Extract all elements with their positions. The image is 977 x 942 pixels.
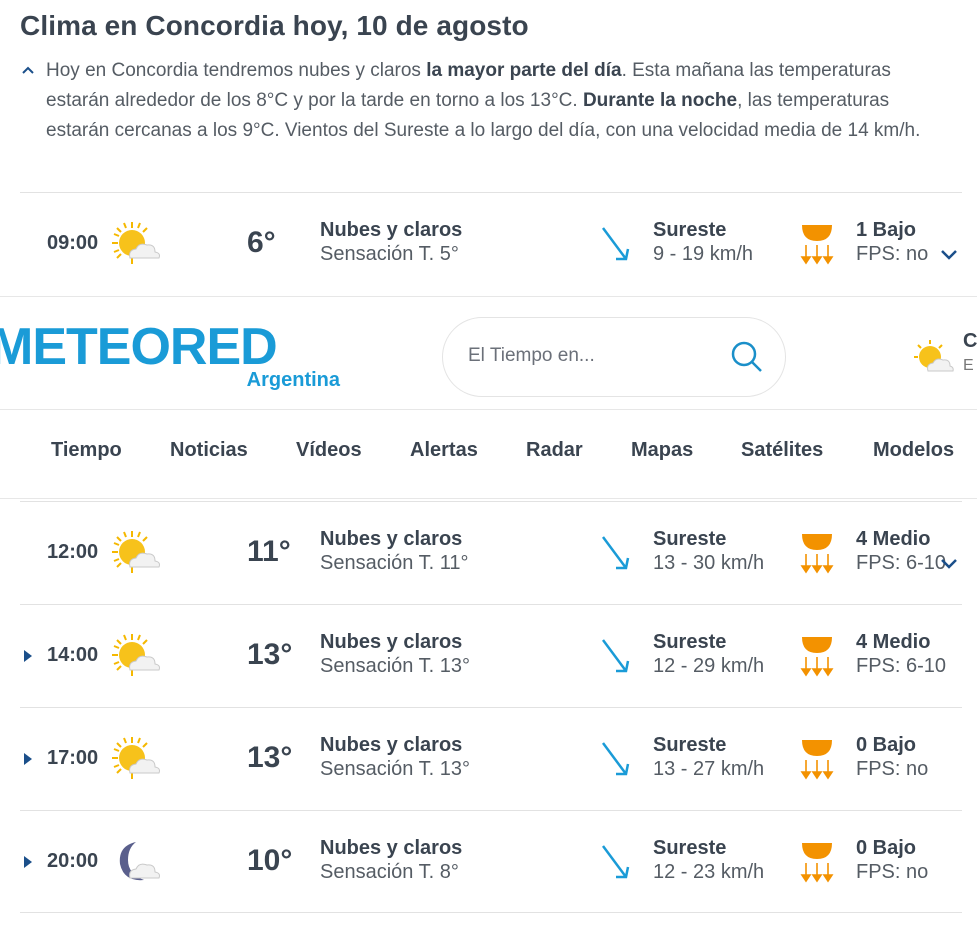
wind-arrow-icon: [601, 845, 630, 879]
nav-satelites[interactable]: Satélites: [741, 439, 823, 462]
fps-value: FPS: no: [856, 243, 929, 265]
condition: Nubes y claros: [320, 219, 463, 241]
hourly-row[interactable]: 09:00 6° Nubes y claros Sensación T. 5° …: [20, 192, 962, 295]
feels-like: Sensación T. 13°: [320, 655, 470, 677]
wind-speed: 12 - 29 km/h: [653, 655, 765, 677]
temperature: 13°: [247, 741, 293, 774]
uv-sun-icon: [800, 740, 834, 780]
hourly-row[interactable]: 20:00 10° Nubes y claros Sensación T. 8°…: [20, 810, 962, 913]
temperature: 6°: [247, 226, 276, 259]
logo-text: METEORED: [0, 318, 278, 376]
header-weather-city[interactable]: C: [963, 330, 977, 353]
search-box[interactable]: El Tiempo en...: [442, 317, 786, 397]
uv-index: 0 Bajo: [856, 837, 917, 859]
wind-direction: Sureste: [653, 528, 727, 550]
nav-noticias[interactable]: Noticias: [170, 439, 248, 462]
uv-index: 4 Medio: [856, 528, 931, 550]
wind-speed: 13 - 30 km/h: [653, 552, 765, 574]
uv-sun-icon: [800, 534, 834, 574]
wind-arrow-icon: [601, 639, 630, 673]
wind-direction: Sureste: [653, 219, 727, 241]
feels-like: Sensación T. 8°: [320, 861, 459, 883]
wind-arrow-icon: [601, 742, 630, 776]
condition: Nubes y claros: [320, 734, 463, 756]
uv-index: 1 Bajo: [856, 219, 917, 241]
hour-label: 09:00: [47, 232, 99, 254]
wind-speed: 12 - 23 km/h: [653, 861, 765, 883]
hour-label: 14:00: [47, 644, 99, 666]
search-placeholder: El Tiempo en...: [468, 345, 595, 366]
site-header: METEORED Argentina El Tiempo en... C E T…: [0, 296, 977, 499]
header-weather-sub: E: [963, 357, 974, 374]
feels-like: Sensación T. 13°: [320, 758, 470, 780]
wind-speed: 13 - 27 km/h: [653, 758, 765, 780]
feels-like: Sensación T. 5°: [320, 243, 459, 265]
nav-modelos[interactable]: Modelos: [873, 439, 954, 462]
sun-cloud-icon: [112, 222, 160, 264]
hourly-row[interactable]: 17:00 13° Nubes y claros Sensación T. 13…: [20, 707, 962, 810]
page-title: Clima en Concordia hoy, 10 de agosto: [20, 10, 529, 41]
nav-videos[interactable]: Vídeos: [296, 439, 362, 462]
logo-country: Argentina: [246, 369, 340, 391]
expand-caret-icon[interactable]: [24, 650, 32, 662]
wind-speed: 9 - 19 km/h: [653, 243, 754, 265]
chevron-up-icon[interactable]: [22, 64, 34, 76]
nav-alertas[interactable]: Alertas: [410, 439, 478, 462]
nav-radar[interactable]: Radar: [526, 439, 583, 462]
hour-label: 17:00: [47, 747, 99, 769]
uv-sun-icon: [800, 225, 834, 265]
temperature: 13°: [247, 638, 293, 671]
wind-arrow-icon: [601, 536, 630, 570]
header-divider: [0, 409, 977, 410]
temperature: 10°: [247, 844, 293, 877]
nav-mapas[interactable]: Mapas: [631, 439, 693, 462]
condition: Nubes y claros: [320, 528, 463, 550]
wind-direction: Sureste: [653, 837, 727, 859]
expand-caret-icon[interactable]: [24, 856, 32, 868]
summary-text: Hoy en Concordia tendremos nubes y claro…: [46, 60, 921, 141]
hourly-row[interactable]: 12:00 11° Nubes y claros Sensación T. 11…: [20, 501, 962, 604]
search-icon[interactable]: [730, 340, 764, 374]
chevron-down-icon[interactable]: [940, 558, 958, 570]
uv-index: 0 Bajo: [856, 734, 917, 756]
meteored-logo[interactable]: METEORED Argentina: [0, 318, 340, 391]
temperature: 11°: [247, 535, 291, 568]
sun-cloud-icon: [112, 531, 160, 573]
hour-label: 20:00: [47, 850, 99, 872]
uv-index: 4 Medio: [856, 631, 931, 653]
condition: Nubes y claros: [320, 837, 463, 859]
condition: Nubes y claros: [320, 631, 463, 653]
nav-tiempo[interactable]: Tiempo: [51, 439, 122, 462]
moon-cloud-icon: [119, 842, 160, 881]
wind-direction: Sureste: [653, 734, 727, 756]
expand-caret-icon[interactable]: [24, 753, 32, 765]
uv-sun-icon: [800, 843, 834, 883]
hourly-row[interactable]: 14:00 13° Nubes y claros Sensación T. 13…: [20, 604, 962, 707]
uv-sun-icon: [800, 637, 834, 677]
feels-like: Sensación T. 11°: [320, 552, 469, 574]
fps-value: FPS: no: [856, 758, 929, 780]
wind-direction: Sureste: [653, 631, 727, 653]
sun-cloud-icon: [112, 737, 160, 779]
wind-arrow-icon: [601, 227, 630, 261]
fps-value: FPS: 6-10: [856, 655, 947, 677]
fps-value: FPS: no: [856, 861, 929, 883]
main-nav: Tiempo Noticias Vídeos Alertas Radar Map…: [0, 439, 977, 469]
chevron-down-icon[interactable]: [940, 249, 958, 261]
hour-label: 12:00: [47, 541, 99, 563]
sun-cloud-icon[interactable]: [912, 339, 954, 377]
sun-cloud-icon: [112, 634, 160, 676]
fps-value: FPS: 6-10: [856, 552, 947, 574]
